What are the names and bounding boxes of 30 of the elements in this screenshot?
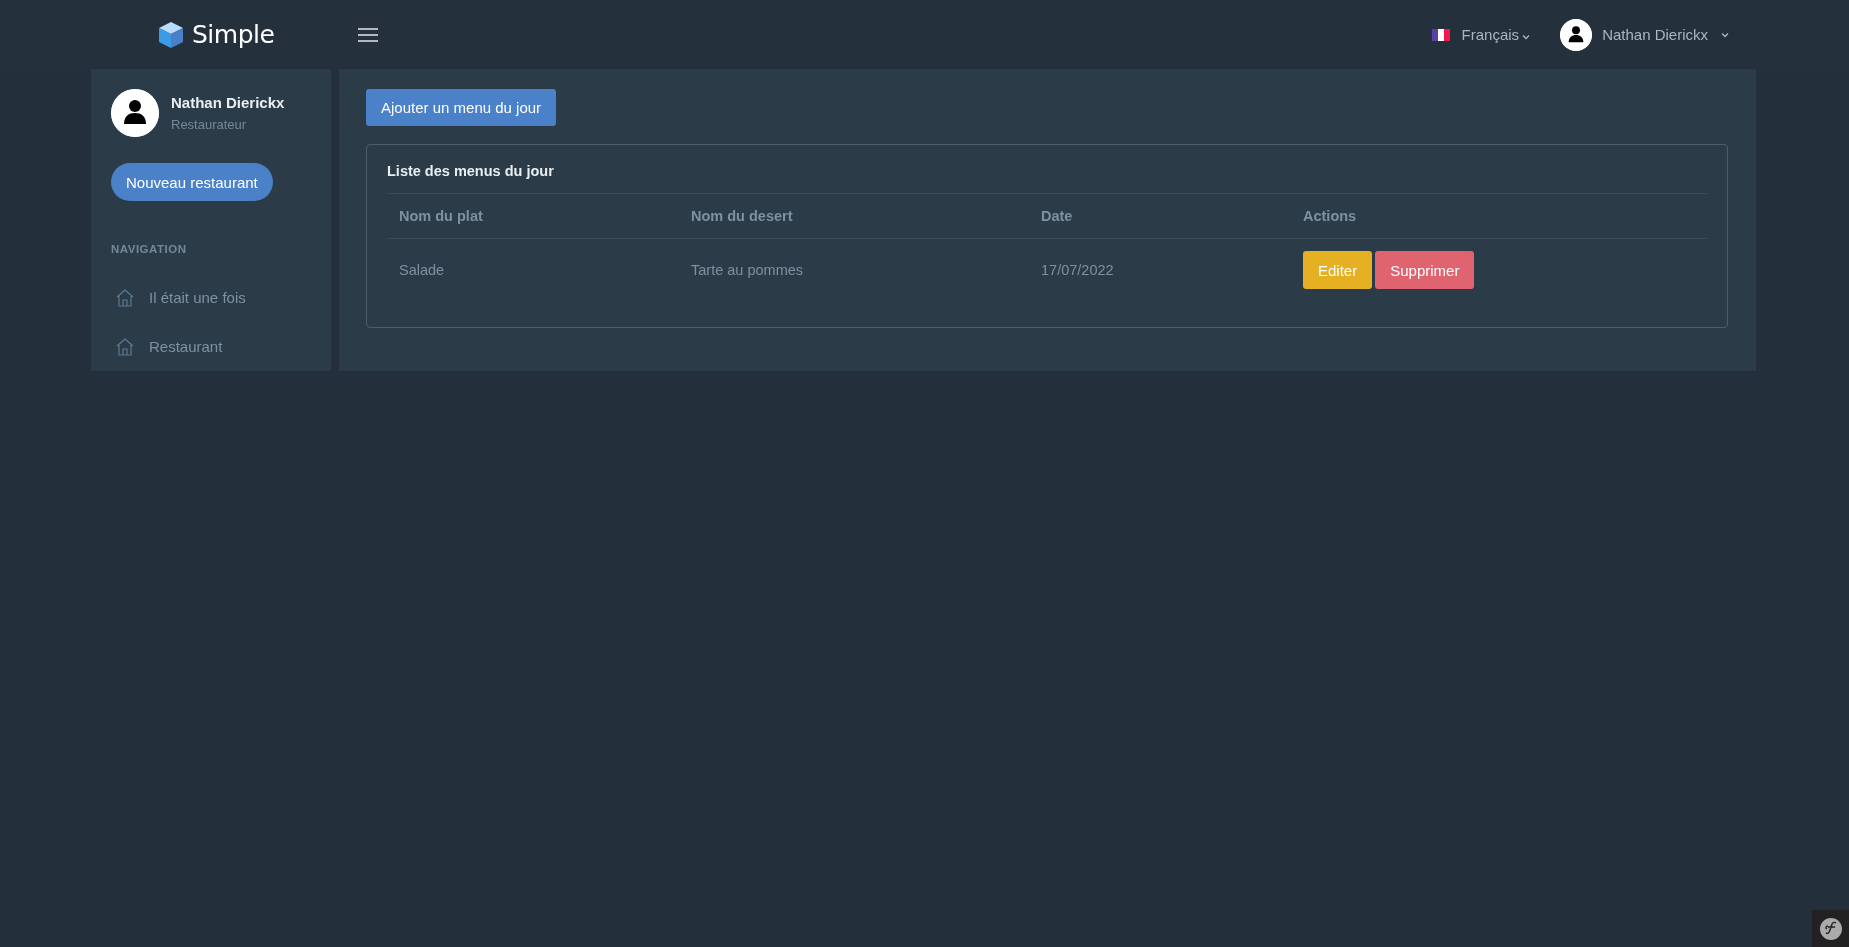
menu-icon[interactable] — [358, 27, 378, 42]
avatar-icon — [1560, 18, 1593, 51]
logo-icon — [1818, 916, 1843, 941]
home-icon — [115, 336, 135, 357]
new-restaurant-button[interactable]: Nouveau restaurant — [111, 163, 273, 201]
profile-role: Restaurateur — [171, 117, 248, 132]
home-icon — [115, 287, 135, 308]
add-menu-button[interactable]: Ajouter un menu du jour — [366, 89, 557, 126]
nav-item[interactable]: Restaurant — [111, 322, 331, 371]
user-dropdown[interactable]: Nathan Dierickx — [1560, 18, 1729, 51]
language-dropdown[interactable]: Français — [1431, 26, 1531, 43]
column-header: Nom du plat — [387, 193, 679, 239]
column-header: Nom du desert — [679, 193, 1029, 239]
profile-name: Nathan Dierickx — [171, 94, 285, 111]
table-cell: Tarte au pommes — [679, 238, 1029, 301]
toolbar-badge[interactable] — [1812, 910, 1849, 947]
brand-name: Simple — [192, 20, 275, 49]
flag-icon — [1431, 28, 1450, 41]
caret-icon — [1721, 31, 1729, 38]
caret-icon — [1522, 34, 1531, 40]
column-header: Date — [1029, 193, 1291, 239]
nav-item[interactable]: Il était une fois — [111, 273, 331, 322]
cube-logo-icon — [158, 20, 184, 49]
table-cell: Salade — [387, 238, 679, 301]
delete-button[interactable]: Supprimer — [1375, 251, 1475, 289]
avatar-icon — [111, 89, 159, 137]
card-title: Liste des menus du jour — [387, 163, 555, 179]
table-cell: 17/07/2022 — [1029, 238, 1291, 301]
column-header: Actions — [1291, 193, 1707, 239]
section-heading: NAVIGATION — [111, 243, 188, 255]
